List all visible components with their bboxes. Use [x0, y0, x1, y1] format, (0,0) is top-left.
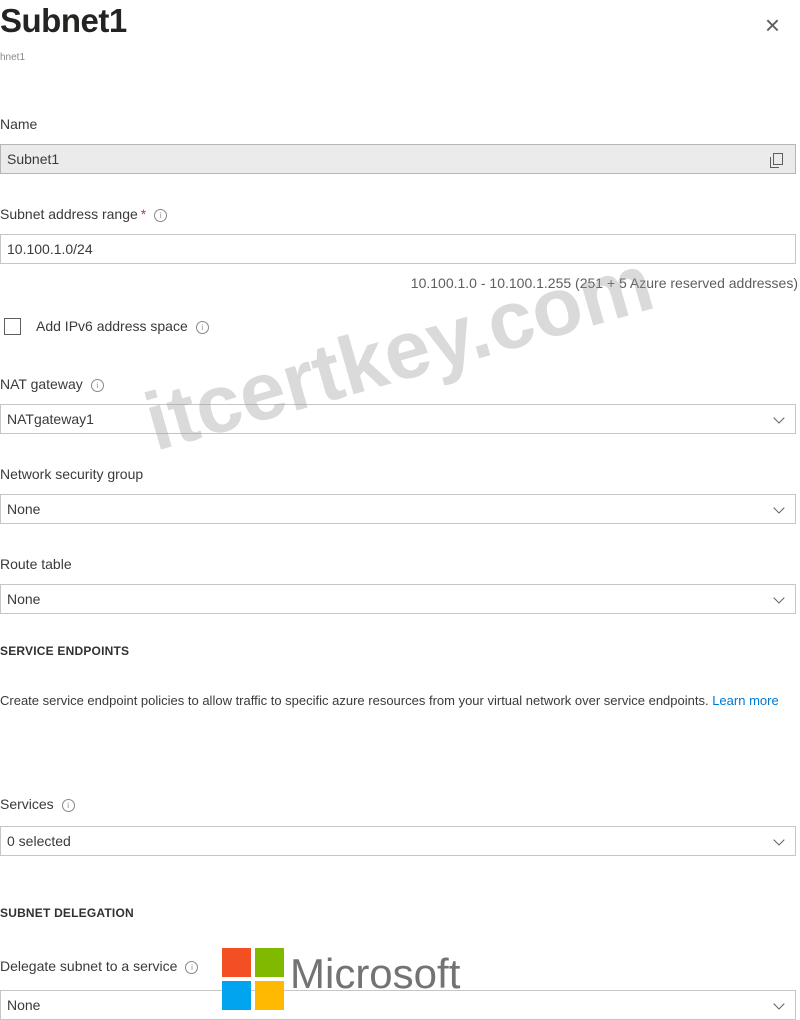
delegation-label: Delegate subnet to a service i — [0, 958, 199, 974]
services-label-text: Services — [0, 796, 54, 812]
info-icon[interactable]: i — [90, 379, 104, 392]
services-label: Services i — [0, 796, 75, 812]
chevron-down-icon — [773, 412, 785, 424]
chevron-down-icon — [773, 502, 785, 514]
nsg-dropdown[interactable]: None — [0, 494, 796, 524]
delegation-value: None — [7, 997, 41, 1013]
delegation-label-text: Delegate subnet to a service — [0, 958, 178, 974]
address-range-value: 10.100.1.0/24 — [7, 241, 93, 257]
route-table-value: None — [7, 591, 41, 607]
services-dropdown[interactable]: 0 selected — [0, 826, 796, 856]
chevron-down-icon — [773, 834, 785, 846]
info-icon[interactable]: i — [185, 961, 199, 974]
logo-square-green — [255, 948, 284, 977]
logo-square-yellow — [255, 981, 284, 1010]
nat-gateway-label-text: NAT gateway — [0, 376, 83, 392]
nsg-value: None — [7, 501, 41, 517]
service-endpoints-description: Create service endpoint policies to allo… — [0, 690, 790, 712]
ipv6-label: Add IPv6 address space i — [36, 318, 209, 334]
chevron-down-icon — [773, 998, 785, 1010]
route-table-dropdown[interactable]: None — [0, 584, 796, 614]
nat-gateway-label: NAT gateway i — [0, 376, 104, 392]
microsoft-wordmark: Microsoft — [290, 950, 461, 997]
watermark: itcertkey.com — [135, 236, 663, 469]
route-table-label: Route table — [0, 556, 72, 572]
info-icon[interactable]: i — [154, 209, 168, 222]
name-value: Subnet1 — [7, 151, 60, 167]
address-range-hint: 10.100.1.0 - 10.100.1.255 (251 + 5 Azure… — [410, 275, 798, 291]
name-field: Subnet1 — [0, 144, 796, 174]
address-range-label-text: Subnet address range — [0, 206, 138, 222]
panel-title: Subnet1 — [0, 2, 127, 39]
panel-subtitle: hnet1 — [0, 52, 26, 63]
name-label: Name — [0, 116, 38, 132]
nat-gateway-value: NATgateway1 — [7, 411, 94, 427]
ipv6-label-text: Add IPv6 address space — [36, 318, 188, 334]
nat-gateway-dropdown[interactable]: NATgateway1 — [0, 404, 796, 434]
required-marker: * — [140, 206, 147, 222]
copy-icon[interactable] — [770, 153, 783, 168]
logo-square-red — [222, 948, 251, 977]
nsg-label: Network security group — [0, 466, 144, 482]
address-range-input[interactable]: 10.100.1.0/24 — [0, 234, 796, 264]
chevron-down-icon — [773, 592, 785, 604]
service-endpoints-text: Create service endpoint policies to allo… — [0, 693, 709, 708]
microsoft-logo — [222, 948, 284, 1010]
services-value: 0 selected — [7, 833, 71, 849]
logo-square-blue — [222, 981, 251, 1010]
address-range-label: Subnet address range * i — [0, 206, 168, 222]
service-endpoints-heading: SERVICE ENDPOINTS — [0, 644, 130, 658]
close-icon[interactable]: × — [765, 12, 780, 38]
info-icon[interactable]: i — [61, 799, 75, 812]
learn-more-link[interactable]: Learn more — [712, 693, 778, 708]
info-icon[interactable]: i — [195, 321, 209, 334]
subnet-delegation-heading: SUBNET DELEGATION — [0, 906, 134, 920]
ipv6-checkbox[interactable] — [4, 318, 21, 335]
